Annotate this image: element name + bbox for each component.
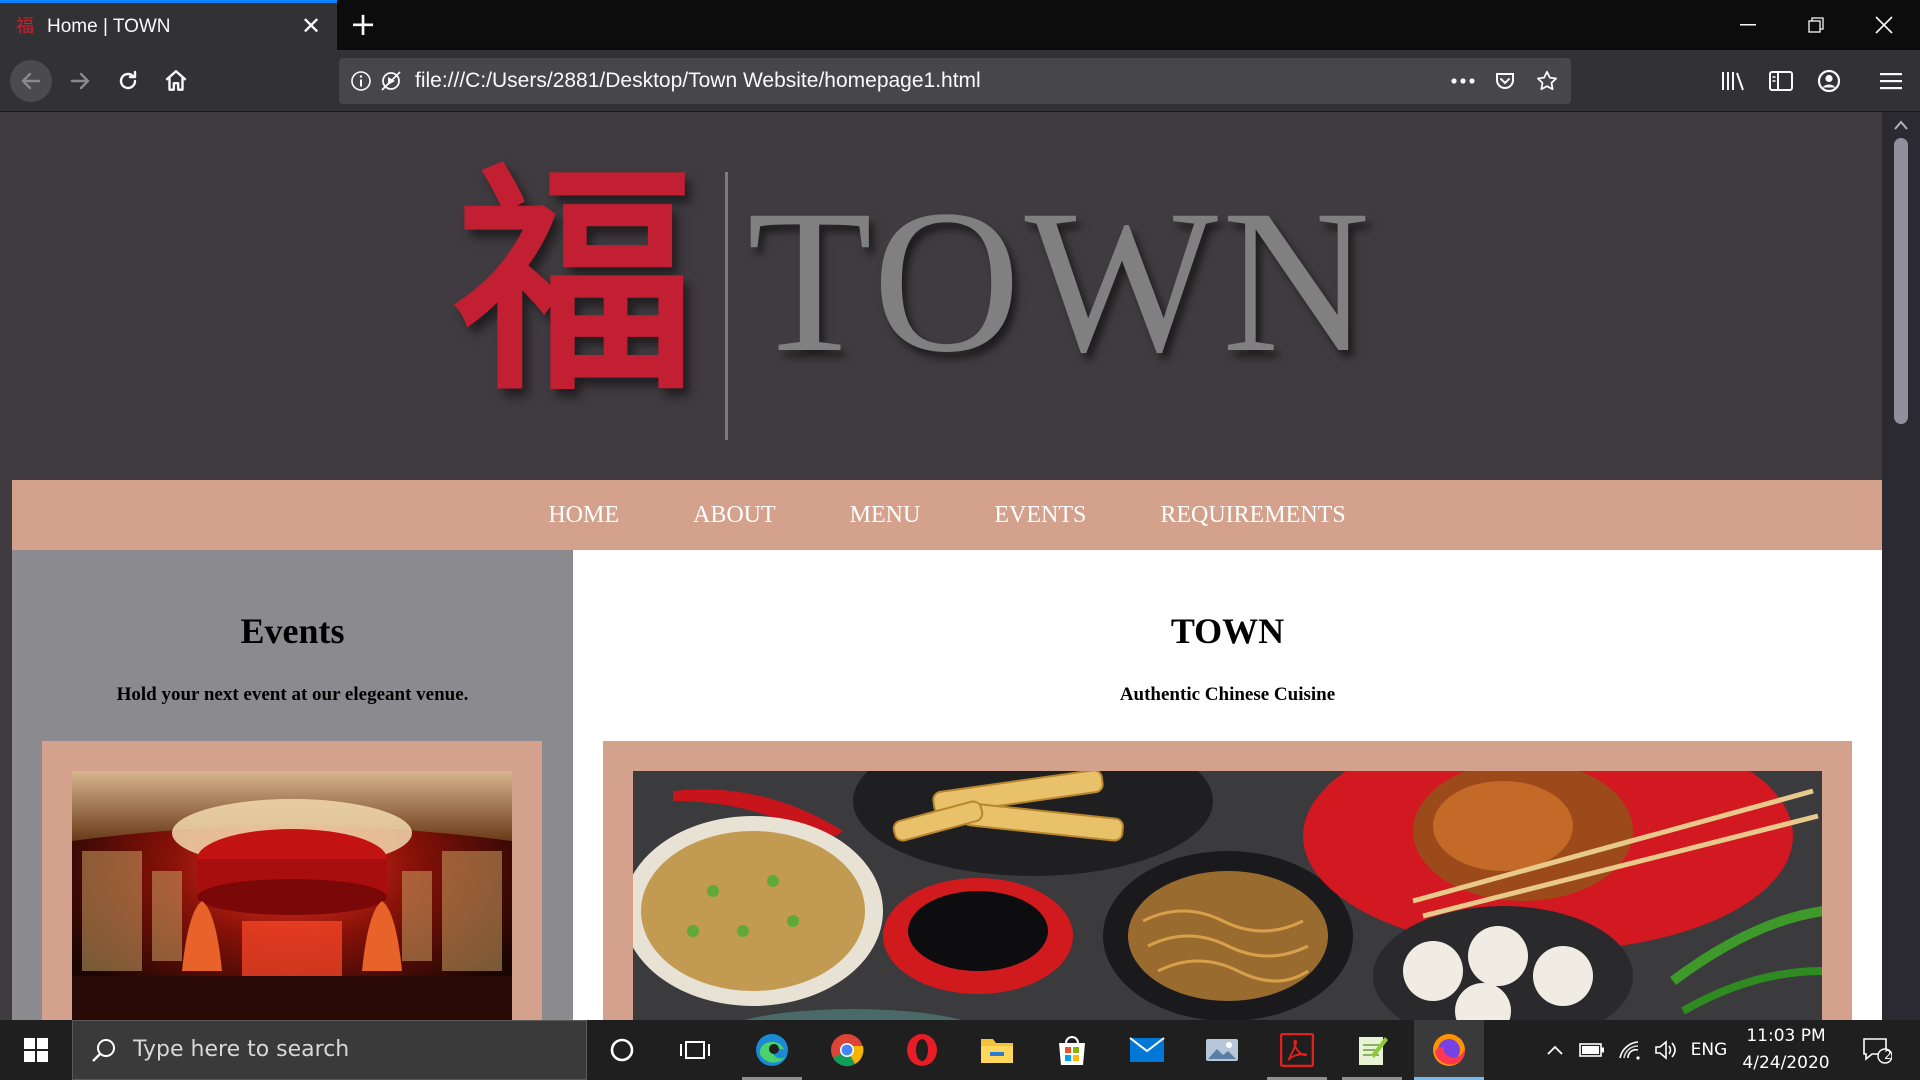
page-actions-more-icon[interactable] — [1451, 69, 1475, 93]
notepad-plus-plus-icon[interactable] — [1342, 1020, 1402, 1080]
reload-icon[interactable] — [109, 62, 147, 100]
input-language-indicator[interactable]: ENG — [1686, 1040, 1732, 1060]
acrobat-reader-icon[interactable] — [1267, 1020, 1327, 1080]
nav-link-about[interactable]: ABOUT — [656, 502, 813, 529]
events-sidebar: Events Hold your next event at our elege… — [12, 550, 573, 1020]
new-tab-plus-icon[interactable]: + — [348, 8, 378, 40]
forward-arrow-icon[interactable] — [61, 62, 99, 100]
windows-taskbar: Type here to search ENG 11:03 PM 4/24/20… — [0, 1020, 1920, 1080]
logo-wordmark: TOWN — [747, 168, 1375, 395]
chrome-browser-icon[interactable] — [817, 1020, 877, 1080]
back-arrow-icon[interactable] — [10, 60, 52, 102]
home-icon[interactable] — [157, 62, 195, 100]
library-icon[interactable] — [1714, 62, 1752, 100]
site-logo[interactable]: 福 TOWN — [455, 141, 1425, 440]
cortana-icon[interactable] — [592, 1020, 652, 1080]
url-text: file:///C:/Users/2881/Desktop/Town Websi… — [415, 69, 981, 92]
microsoft-store-icon[interactable] — [1042, 1020, 1102, 1080]
nav-link-menu[interactable]: MENU — [813, 502, 958, 529]
windows-start-icon[interactable] — [0, 1020, 72, 1080]
browser-toolbar: file:///C:/Users/2881/Desktop/Town Websi… — [0, 50, 1920, 112]
main-subtitle: Authentic Chinese Cuisine — [1119, 684, 1336, 705]
pocket-icon[interactable] — [1493, 69, 1517, 93]
food-photo-frame — [603, 741, 1852, 1020]
browser-tab-active[interactable]: 福 Home | TOWN ✕ — [0, 0, 337, 50]
nav-link-home[interactable]: HOME — [511, 502, 656, 529]
tab-close-icon[interactable]: ✕ — [299, 15, 323, 39]
search-icon — [92, 1039, 115, 1062]
site-navigation: HOME ABOUT MENU EVENTS REQUIREMENTS — [12, 480, 1882, 550]
scrollbar-thumb[interactable] — [1894, 138, 1908, 424]
tab-favicon-icon: 福 — [16, 15, 34, 37]
notification-count-badge: 2 — [1884, 1048, 1892, 1062]
main-title: TOWN — [1170, 611, 1285, 651]
events-photo-frame — [42, 741, 542, 1020]
clock-date[interactable]: 4/24/2020 — [1736, 1053, 1836, 1073]
account-icon[interactable] — [1810, 62, 1848, 100]
wifi-icon[interactable] — [1612, 1020, 1648, 1080]
firefox-taskbar-icon[interactable] — [1414, 1020, 1484, 1080]
show-hidden-icons-chevron-icon[interactable] — [1538, 1020, 1572, 1080]
events-venue-photo — [72, 771, 512, 1020]
task-view-icon[interactable] — [665, 1020, 725, 1080]
nav-link-requirements[interactable]: REQUIREMENTS — [1123, 502, 1382, 529]
chinese-food-photo — [633, 771, 1822, 1020]
page-viewport: 福 TOWN HOME ABOUT MENU EVENTS REQUIREMEN… — [0, 112, 1882, 1020]
photos-app-icon[interactable] — [1192, 1020, 1252, 1080]
clock-time[interactable]: 11:03 PM — [1736, 1026, 1836, 1046]
events-subtitle: Hold your next event at our elegeant ven… — [116, 684, 469, 705]
action-center-notification-icon[interactable]: 2 — [1852, 1020, 1902, 1080]
logo-divider — [725, 172, 728, 440]
hamburger-menu-icon[interactable] — [1872, 62, 1910, 100]
sidebar-toggle-icon[interactable] — [1762, 62, 1800, 100]
scroll-up-arrow-icon[interactable] — [1893, 118, 1909, 132]
nav-link-events[interactable]: EVENTS — [957, 502, 1123, 529]
tab-bar: 福 Home | TOWN ✕ + — [0, 0, 1920, 50]
window-restore-icon[interactable] — [1782, 0, 1850, 50]
volume-icon[interactable] — [1648, 1020, 1684, 1080]
autoplay-blocked-icon[interactable] — [379, 69, 403, 93]
battery-icon[interactable] — [1574, 1020, 1610, 1080]
main-content: TOWN Authentic Chinese Cuisine — [573, 550, 1882, 1020]
window-close-icon[interactable] — [1850, 0, 1918, 50]
tab-title: Home | TOWN — [47, 15, 171, 37]
taskbar-search-box[interactable]: Type here to search — [72, 1020, 587, 1080]
opera-browser-icon[interactable] — [892, 1020, 952, 1080]
edge-browser-icon[interactable] — [742, 1020, 802, 1080]
mail-icon[interactable] — [1117, 1020, 1177, 1080]
site-info-icon[interactable] — [349, 69, 373, 93]
events-title: Events — [240, 611, 345, 651]
file-explorer-icon[interactable] — [967, 1020, 1027, 1080]
bookmark-star-icon[interactable] — [1535, 69, 1559, 93]
url-bar[interactable]: file:///C:/Users/2881/Desktop/Town Websi… — [339, 58, 1571, 104]
search-placeholder: Type here to search — [133, 1037, 350, 1062]
window-minimize-icon[interactable] — [1714, 0, 1782, 50]
logo-fu-glyph: 福 — [455, 141, 696, 423]
page-scrollbar[interactable] — [1882, 112, 1920, 1020]
